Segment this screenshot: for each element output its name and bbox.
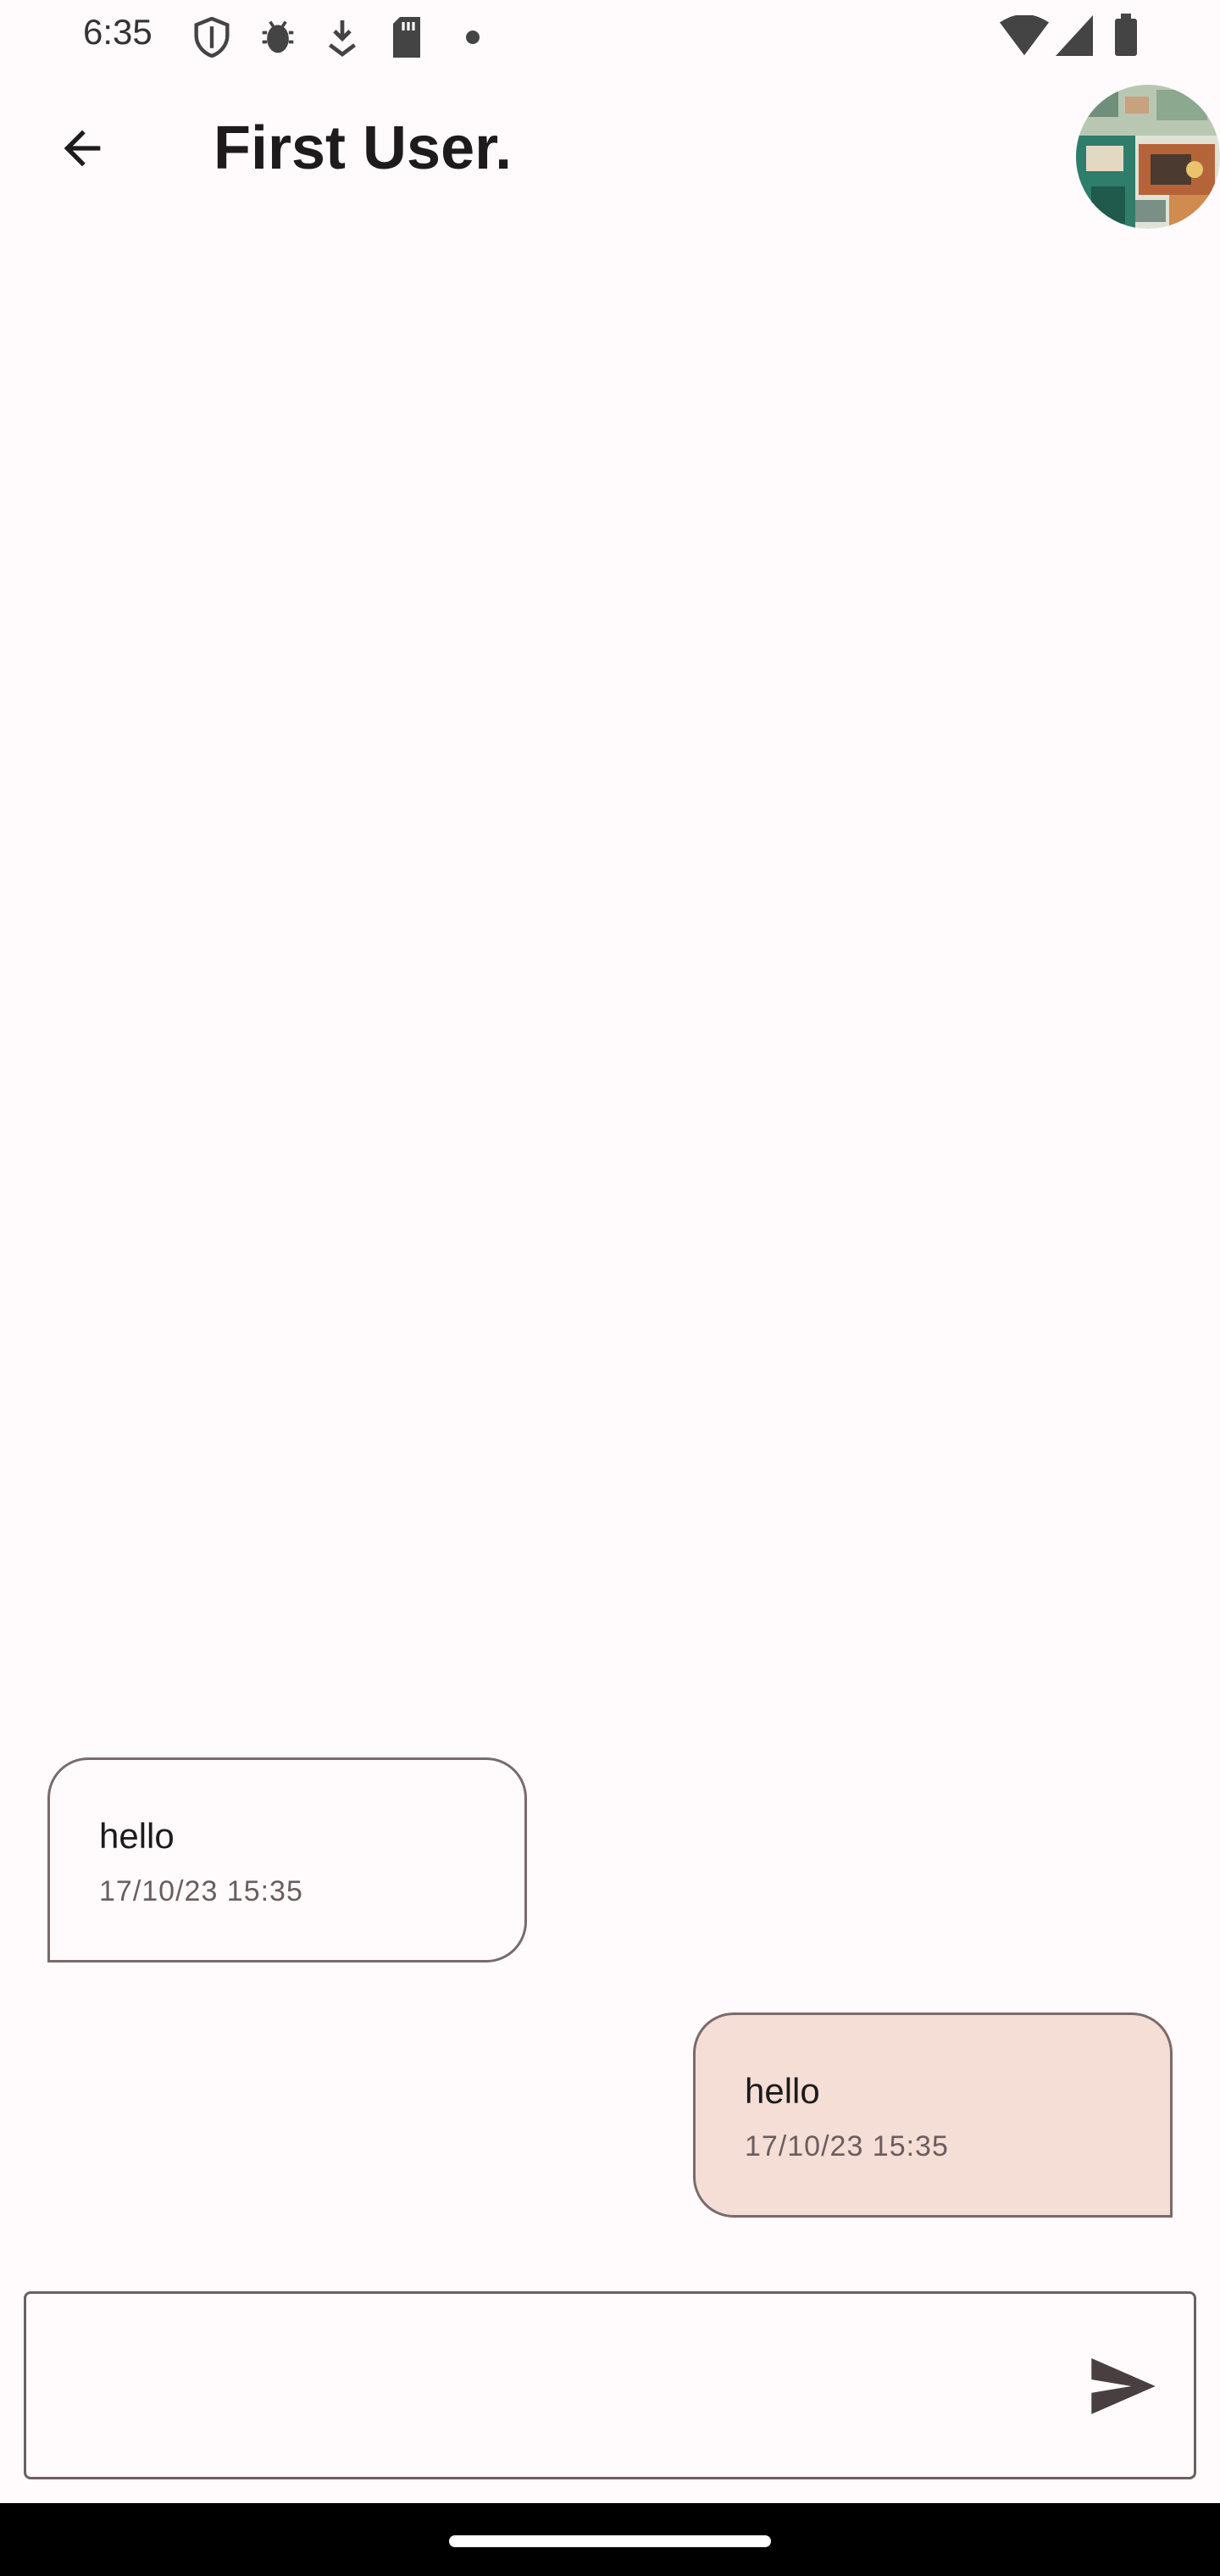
message-bubble-incoming[interactable]: hello 17/10/23 15:35	[47, 1757, 527, 1963]
send-button[interactable]	[1077, 2341, 1170, 2434]
avatar[interactable]	[1076, 85, 1220, 229]
signal-icon	[1056, 15, 1093, 60]
message-input[interactable]	[43, 2311, 1060, 2463]
back-button[interactable]	[44, 112, 120, 188]
message-text: hello	[99, 1816, 175, 1856]
home-gesture-handle[interactable]	[449, 2535, 771, 2547]
message-timestamp: 17/10/23 15:35	[99, 1875, 303, 1907]
status-bar: 6:35	[0, 0, 1220, 76]
bug-icon	[259, 17, 297, 62]
arrow-back-icon	[55, 121, 109, 180]
status-time: 6:35	[83, 12, 152, 52]
top-app-bar: First User.	[0, 76, 1220, 229]
chat-screen: 6:35 First User. hello 17/10/23 15:35 he…	[0, 0, 1220, 2576]
send-icon	[1091, 2357, 1156, 2418]
wifi-icon	[1000, 14, 1049, 60]
message-composer	[24, 2291, 1196, 2479]
system-navigation-bar	[0, 2503, 1220, 2576]
shield-icon	[193, 16, 230, 62]
notification-dot-icon	[466, 31, 480, 44]
download-icon	[325, 17, 359, 62]
message-text: hello	[745, 2071, 820, 2111]
chat-title: First User.	[214, 114, 513, 182]
battery-icon	[1115, 14, 1137, 60]
message-timestamp: 17/10/23 15:35	[745, 2130, 949, 2162]
message-bubble-outgoing[interactable]: hello 17/10/23 15:35	[693, 2012, 1173, 2218]
sd-card-icon	[390, 17, 424, 62]
